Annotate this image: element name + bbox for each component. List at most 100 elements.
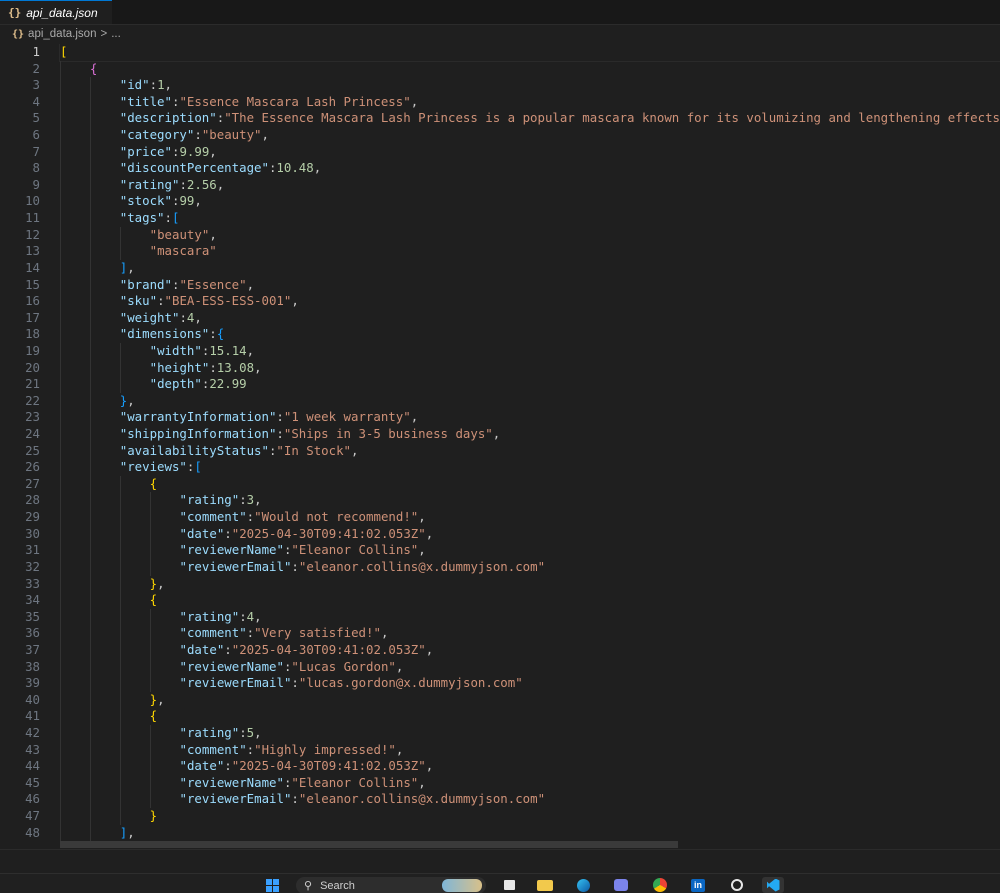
code-line[interactable]: 22}, bbox=[0, 392, 1000, 410]
line-number: 27 bbox=[25, 475, 40, 491]
breadcrumb-file[interactable]: api_data.json bbox=[28, 28, 96, 40]
code-token: , bbox=[425, 641, 434, 657]
code-token: 15.14 bbox=[209, 342, 247, 358]
code-line[interactable]: 27 { bbox=[0, 475, 1000, 493]
code-line[interactable]: 43 "comment":"Highly impressed!", bbox=[0, 741, 1000, 759]
indent-guide bbox=[60, 708, 61, 725]
code-line[interactable]: 44 "date":"2025-04-30T09:41:02.053Z", bbox=[0, 758, 1000, 775]
code-line[interactable]: 18 "dimensions":{ bbox=[0, 326, 1000, 343]
code-line[interactable]: 8 "discountPercentage":10.48, bbox=[0, 160, 1000, 177]
code-line[interactable]: 40}, bbox=[0, 691, 1000, 709]
code-line[interactable]: 24 "shippingInformation":"Ships in 3-5 bu… bbox=[0, 426, 1000, 443]
code-line[interactable]: 30 "date":"2025-04-30T09:41:02.053Z", bbox=[0, 525, 1000, 543]
code-token: "The Essence Mascara Lash Princess is a … bbox=[224, 110, 1000, 126]
code-line[interactable]: 10 "stock":99, bbox=[0, 193, 1000, 211]
code-line[interactable]: 16 "sku":"BEA-ESS-ESS-001", bbox=[0, 293, 1000, 310]
tab-bar: {} api_data.json bbox=[0, 0, 1000, 25]
code-line[interactable]: 12 "beauty", bbox=[0, 226, 1000, 244]
code-line[interactable]: 23 "warrantyInformation":"1 week warranty… bbox=[0, 409, 1000, 427]
code-line[interactable]: 26 "reviews":[ bbox=[0, 459, 1000, 476]
code-line[interactable]: 17 "weight":4, bbox=[0, 309, 1000, 327]
code-editor[interactable]: 1[2{3 "id":1, 4 "title":"Essence Mascara La… bbox=[0, 44, 1000, 849]
windows-start-icon[interactable] bbox=[261, 877, 283, 893]
indent-guide bbox=[89, 193, 91, 211]
code-line[interactable]: 21 "depth":22.99 bbox=[0, 376, 1000, 393]
code-line[interactable]: 3 "id":1, bbox=[0, 77, 1000, 94]
indent-guide bbox=[60, 625, 61, 642]
code-line[interactable]: 34 { bbox=[0, 592, 1000, 609]
indent-guide bbox=[60, 691, 61, 709]
code-line[interactable]: 45 "reviewerName":"Eleanor Collins", bbox=[0, 774, 1000, 792]
code-line[interactable]: 47} bbox=[0, 808, 1000, 825]
code-line[interactable]: 6 "category":"beauty", bbox=[0, 127, 1000, 144]
line-number: 9 bbox=[32, 176, 40, 192]
code-line[interactable]: 42 "rating":5, bbox=[0, 724, 1000, 742]
code-token: : bbox=[209, 326, 217, 342]
indent-guide bbox=[89, 724, 91, 742]
indent-guide bbox=[119, 625, 121, 642]
linkedin-icon[interactable]: in bbox=[687, 877, 709, 893]
code-line[interactable]: 32 "reviewerEmail":"eleanor.collins@x.dum… bbox=[0, 558, 1000, 576]
code-line[interactable]: 19 "width":15.14, bbox=[0, 342, 1000, 360]
code-text: "reviewerName":"Eleanor Collins", bbox=[180, 542, 1000, 559]
line-number: 44 bbox=[25, 758, 40, 774]
code-token: 1 bbox=[157, 77, 165, 93]
code-token: "1 week warranty" bbox=[283, 409, 411, 425]
code-token: } bbox=[149, 691, 158, 707]
code-line[interactable]: 38 "reviewerName":"Lucas Gordon", bbox=[0, 658, 1000, 676]
indent-guide bbox=[119, 641, 121, 659]
code-line[interactable]: 35 "rating":4, bbox=[0, 608, 1000, 626]
taskbar-search-box[interactable]: ⚲ Search bbox=[296, 877, 486, 893]
teams-icon[interactable] bbox=[610, 877, 632, 893]
code-line[interactable]: 46 "reviewerEmail":"eleanor.collins@x.dum… bbox=[0, 791, 1000, 809]
json-braces-icon: {} bbox=[8, 6, 22, 19]
code-line[interactable]: 37 "date":"2025-04-30T09:41:02.053Z", bbox=[0, 641, 1000, 659]
task-view-icon[interactable] bbox=[498, 877, 520, 893]
indent-guide bbox=[149, 758, 151, 775]
indent-guide bbox=[119, 509, 121, 526]
breadcrumb-more[interactable]: ... bbox=[111, 28, 121, 40]
code-line[interactable]: 36 "comment":"Very satisfied!", bbox=[0, 625, 1000, 642]
indent-guide bbox=[60, 509, 61, 526]
code-line[interactable]: 39 "reviewerEmail":"lucas.gordon@x.dummyj… bbox=[0, 675, 1000, 692]
code-line[interactable]: 14], bbox=[0, 259, 1000, 277]
code-line[interactable]: 9 "rating":2.56, bbox=[0, 176, 1000, 194]
code-line[interactable]: 15 "brand":"Essence", bbox=[0, 276, 1000, 294]
code-line[interactable]: 41 { bbox=[0, 708, 1000, 725]
line-number: 36 bbox=[25, 625, 40, 641]
chrome-icon[interactable] bbox=[649, 877, 671, 893]
code-line[interactable]: 5 "description":"The Essence Mascara Lash… bbox=[0, 110, 1000, 128]
chatgpt-icon[interactable] bbox=[726, 877, 748, 893]
code-line[interactable]: 11 "tags":[ bbox=[0, 210, 1000, 227]
code-line[interactable]: 1[ bbox=[0, 44, 1000, 62]
code-line[interactable]: 48], bbox=[0, 824, 1000, 842]
edge-icon[interactable] bbox=[572, 877, 594, 893]
code-line[interactable]: 20 "height":13.08, bbox=[0, 359, 1000, 377]
vscode-icon[interactable] bbox=[762, 877, 784, 893]
code-text: "reviewerName":"Lucas Gordon", bbox=[180, 659, 1000, 676]
line-number: 38 bbox=[25, 658, 40, 674]
code-token: "reviews" bbox=[119, 459, 187, 475]
indent-guide bbox=[89, 542, 91, 559]
code-line[interactable]: 25 "availabilityStatus":"In Stock", bbox=[0, 442, 1000, 460]
code-line[interactable]: 33}, bbox=[0, 575, 1000, 593]
code-line[interactable]: 13 "mascara" bbox=[0, 243, 1000, 260]
indent-guide bbox=[89, 243, 91, 260]
file-explorer-icon[interactable] bbox=[534, 877, 556, 893]
code-token: "height" bbox=[149, 359, 210, 375]
editor-tab-api-data-json[interactable]: {} api_data.json bbox=[0, 0, 112, 24]
line-number: 14 bbox=[25, 259, 40, 275]
code-token: "In Stock" bbox=[276, 442, 352, 458]
indent-guide bbox=[60, 542, 61, 559]
code-line[interactable]: 7 "price":9.99, bbox=[0, 143, 1000, 161]
code-line[interactable]: 2{ bbox=[0, 60, 1000, 78]
indent-guide bbox=[119, 708, 121, 725]
indent-guide bbox=[60, 193, 61, 211]
code-line[interactable]: 31 "reviewerName":"Eleanor Collins", bbox=[0, 542, 1000, 559]
code-line[interactable]: 28 "rating":3, bbox=[0, 492, 1000, 510]
indent-guide bbox=[89, 492, 91, 510]
horizontal-scrollbar[interactable] bbox=[60, 841, 678, 848]
code-line[interactable]: 29 "comment":"Would not recommend!", bbox=[0, 509, 1000, 526]
code-line[interactable]: 4 "title":"Essence Mascara Lash Princess"… bbox=[0, 93, 1000, 111]
indent-guide bbox=[60, 276, 61, 294]
